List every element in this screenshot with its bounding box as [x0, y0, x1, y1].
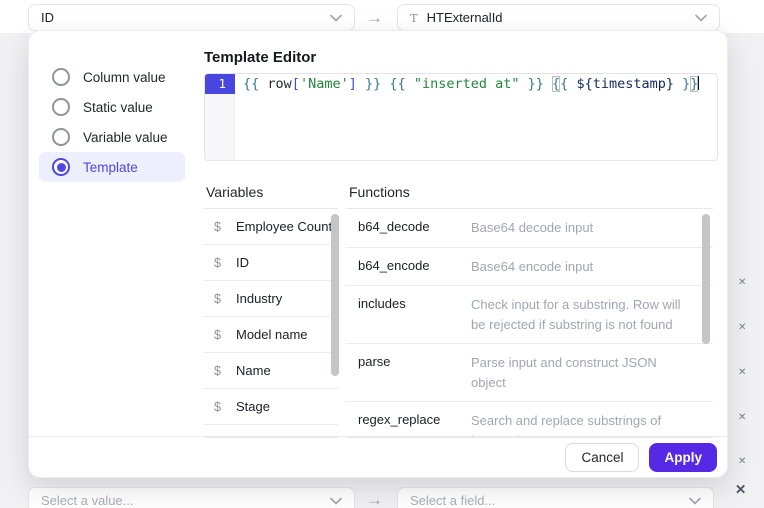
chevron-down-icon — [330, 14, 342, 22]
variable-name: ID — [236, 255, 249, 270]
field-select[interactable]: Select a field... — [397, 487, 714, 508]
radio-option[interactable]: Column value — [39, 62, 185, 92]
variable-name: Employee Count — [236, 219, 332, 234]
variable-name: Industry — [236, 291, 282, 306]
chevron-down-icon — [695, 14, 707, 22]
radio-icon — [52, 68, 70, 86]
function-name: b64_encode — [358, 257, 471, 273]
radio-option[interactable]: Variable value — [39, 122, 185, 152]
arrow-right-icon: → — [366, 490, 383, 508]
functions-scrollbar[interactable] — [702, 214, 710, 344]
function-name: regex_replace — [358, 411, 471, 427]
radio-option-label: Static value — [83, 100, 153, 115]
variable-list-item[interactable]: $ Employee Count — [204, 209, 338, 245]
function-name: b64_decode — [358, 218, 471, 234]
function-name: includes — [358, 295, 471, 311]
functions-list: b64_decode Base64 decode input b64_encod… — [346, 208, 713, 438]
radio-option-label: Variable value — [83, 130, 168, 145]
variable-name: Stage — [236, 399, 270, 414]
radio-icon — [52, 158, 70, 176]
remove-row-icon[interactable]: ✕ — [738, 277, 746, 288]
function-description: Search and replace substrings of input u… — [471, 411, 689, 438]
code-token — [674, 76, 682, 92]
variables-list: $ Employee Count $ ID $ Industry $ Model… — [204, 208, 338, 438]
remove-row-icon[interactable]: ✕ — [738, 412, 746, 423]
dollar-icon: $ — [214, 364, 228, 378]
code-token — [406, 76, 414, 92]
variables-scrollbar[interactable] — [331, 214, 339, 376]
function-list-item[interactable]: regex_replace Search and replace substri… — [346, 402, 713, 438]
apply-button[interactable]: Apply — [649, 443, 717, 472]
text-type-icon: T — [410, 11, 418, 25]
arrow-right-icon: → — [366, 8, 383, 28]
value-select[interactable]: Select a value... — [28, 487, 355, 508]
code-token: {{ — [243, 76, 259, 92]
target-field-select[interactable]: T HTExternalId — [397, 4, 720, 31]
code-token: ${timestamp} — [576, 76, 674, 92]
dollar-icon: $ — [214, 400, 228, 414]
code-token — [357, 76, 365, 92]
code-token: row — [267, 76, 291, 92]
remove-row-icon[interactable]: ✕ — [738, 456, 746, 467]
code-token — [519, 76, 527, 92]
dialog-title: Template Editor — [204, 49, 316, 66]
variable-list-item[interactable]: $ Name — [204, 353, 338, 389]
variable-name: Model name — [236, 327, 308, 342]
function-description: Parse input and construct JSON object — [471, 353, 689, 392]
function-description: Check input for a substring. Row will be… — [471, 295, 689, 334]
dollar-icon: $ — [214, 256, 228, 270]
code-token: }} — [365, 76, 381, 92]
function-list-item[interactable]: includes Check input for a substring. Ro… — [346, 286, 713, 344]
code-token: [ — [292, 76, 300, 92]
radio-option-label: Template — [83, 160, 138, 175]
cancel-button[interactable]: Cancel — [565, 443, 639, 472]
function-description: Base64 encode input — [471, 257, 593, 277]
variable-list-item[interactable]: $ ID — [204, 245, 338, 281]
chevron-down-icon — [330, 497, 342, 505]
code-token: ] — [349, 76, 357, 92]
active-line-number: 1 — [205, 74, 235, 94]
dialog-footer: Cancel Apply — [29, 436, 727, 477]
dollar-icon: $ — [214, 220, 228, 234]
functions-header: Functions — [349, 184, 410, 200]
radio-option-label: Column value — [83, 70, 166, 85]
dollar-icon: $ — [214, 292, 228, 306]
function-list-item[interactable]: b64_decode Base64 decode input — [346, 209, 713, 248]
radio-option[interactable]: Template — [39, 152, 185, 182]
code-token: }} — [528, 76, 544, 92]
variable-list-item[interactable]: $ Industry — [204, 281, 338, 317]
variable-list-item[interactable]: $ Model name — [204, 317, 338, 353]
code-token — [544, 76, 552, 92]
value-select-placeholder: Select a value... — [41, 493, 134, 508]
code-token: 'Name' — [300, 76, 349, 92]
function-list-item[interactable]: parse Parse input and construct JSON obj… — [346, 344, 713, 402]
radio-option[interactable]: Static value — [39, 92, 185, 122]
template-code-editor[interactable]: 1 {{ row['Name'] }} {{ "inserted at" }} … — [204, 73, 718, 161]
code-line: {{ row['Name'] }} {{ "inserted at" }} {{… — [243, 74, 699, 94]
text-cursor — [698, 76, 699, 90]
variable-name: Name — [236, 363, 271, 378]
code-token: { — [552, 76, 560, 92]
chevron-down-icon — [689, 497, 701, 505]
function-list-item[interactable]: b64_encode Base64 encode input — [346, 248, 713, 287]
remove-row-icon[interactable]: ✕ — [735, 482, 746, 498]
radio-icon — [52, 128, 70, 146]
variable-list-item[interactable]: $ Stage — [204, 389, 338, 425]
code-token: {{ — [389, 76, 405, 92]
function-description: Base64 decode input — [471, 218, 593, 238]
dollar-icon: $ — [214, 328, 228, 342]
radio-icon — [52, 98, 70, 116]
remove-row-icon[interactable]: ✕ — [738, 322, 746, 333]
code-token: } — [690, 76, 698, 92]
code-token: "inserted at" — [414, 76, 520, 92]
target-field-value: HTExternalId — [427, 10, 503, 25]
function-name: parse — [358, 353, 471, 369]
remove-row-icon[interactable]: ✕ — [738, 367, 746, 378]
source-column-value: ID — [41, 10, 54, 25]
field-select-placeholder: Select a field... — [410, 493, 495, 508]
variables-header: Variables — [206, 184, 263, 200]
source-column-select[interactable]: ID — [28, 4, 355, 31]
value-type-radio-group: Column value Static value Variable value… — [39, 62, 185, 182]
template-editor-dialog: Column value Static value Variable value… — [28, 30, 728, 478]
